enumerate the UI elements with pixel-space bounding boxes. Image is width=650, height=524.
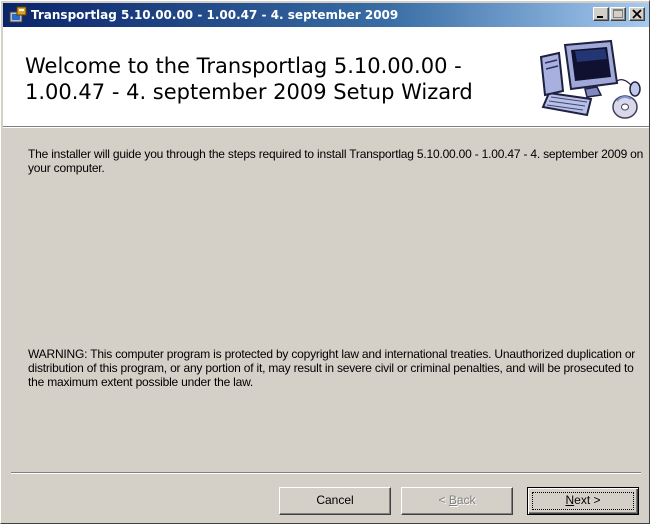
next-button[interactable]: Next > (527, 487, 639, 515)
back-button[interactable]: < Back (401, 487, 513, 515)
minimize-icon (597, 16, 603, 18)
maximize-button[interactable] (610, 7, 626, 21)
computer-cd-icon (539, 39, 641, 119)
copyright-warning: WARNING: This computer program is protec… (28, 347, 636, 389)
cancel-button[interactable]: Cancel (279, 487, 391, 515)
close-icon (632, 9, 642, 19)
next-mnemonic: N (565, 493, 575, 507)
back-rest: ack (456, 493, 476, 507)
minimize-button[interactable] (593, 7, 609, 21)
next-button-label: Next > (565, 493, 600, 507)
installer-icon (9, 6, 27, 23)
intro-text: The installer will guide you through the… (28, 147, 644, 175)
maximize-icon (613, 9, 623, 18)
title-bar[interactable]: Transportlag 5.10.00.00 - 1.00.47 - 4. s… (3, 3, 649, 27)
close-button[interactable] (629, 7, 645, 21)
footer-divider (11, 472, 641, 474)
cancel-button-label: Cancel (316, 493, 354, 507)
window-controls (592, 7, 645, 21)
wizard-title: Welcome to the Transportlag 5.10.00.00 -… (25, 54, 473, 104)
next-rest: ext > (574, 493, 601, 507)
header-banner: Welcome to the Transportlag 5.10.00.00 -… (3, 27, 649, 128)
back-mnemonic: B (448, 493, 457, 507)
installer-window: Transportlag 5.10.00.00 - 1.00.47 - 4. s… (0, 0, 650, 524)
window-title: Transportlag 5.10.00.00 - 1.00.47 - 4. s… (31, 8, 399, 22)
back-prefix: < (438, 493, 449, 507)
back-button-label: < Back (438, 493, 475, 507)
